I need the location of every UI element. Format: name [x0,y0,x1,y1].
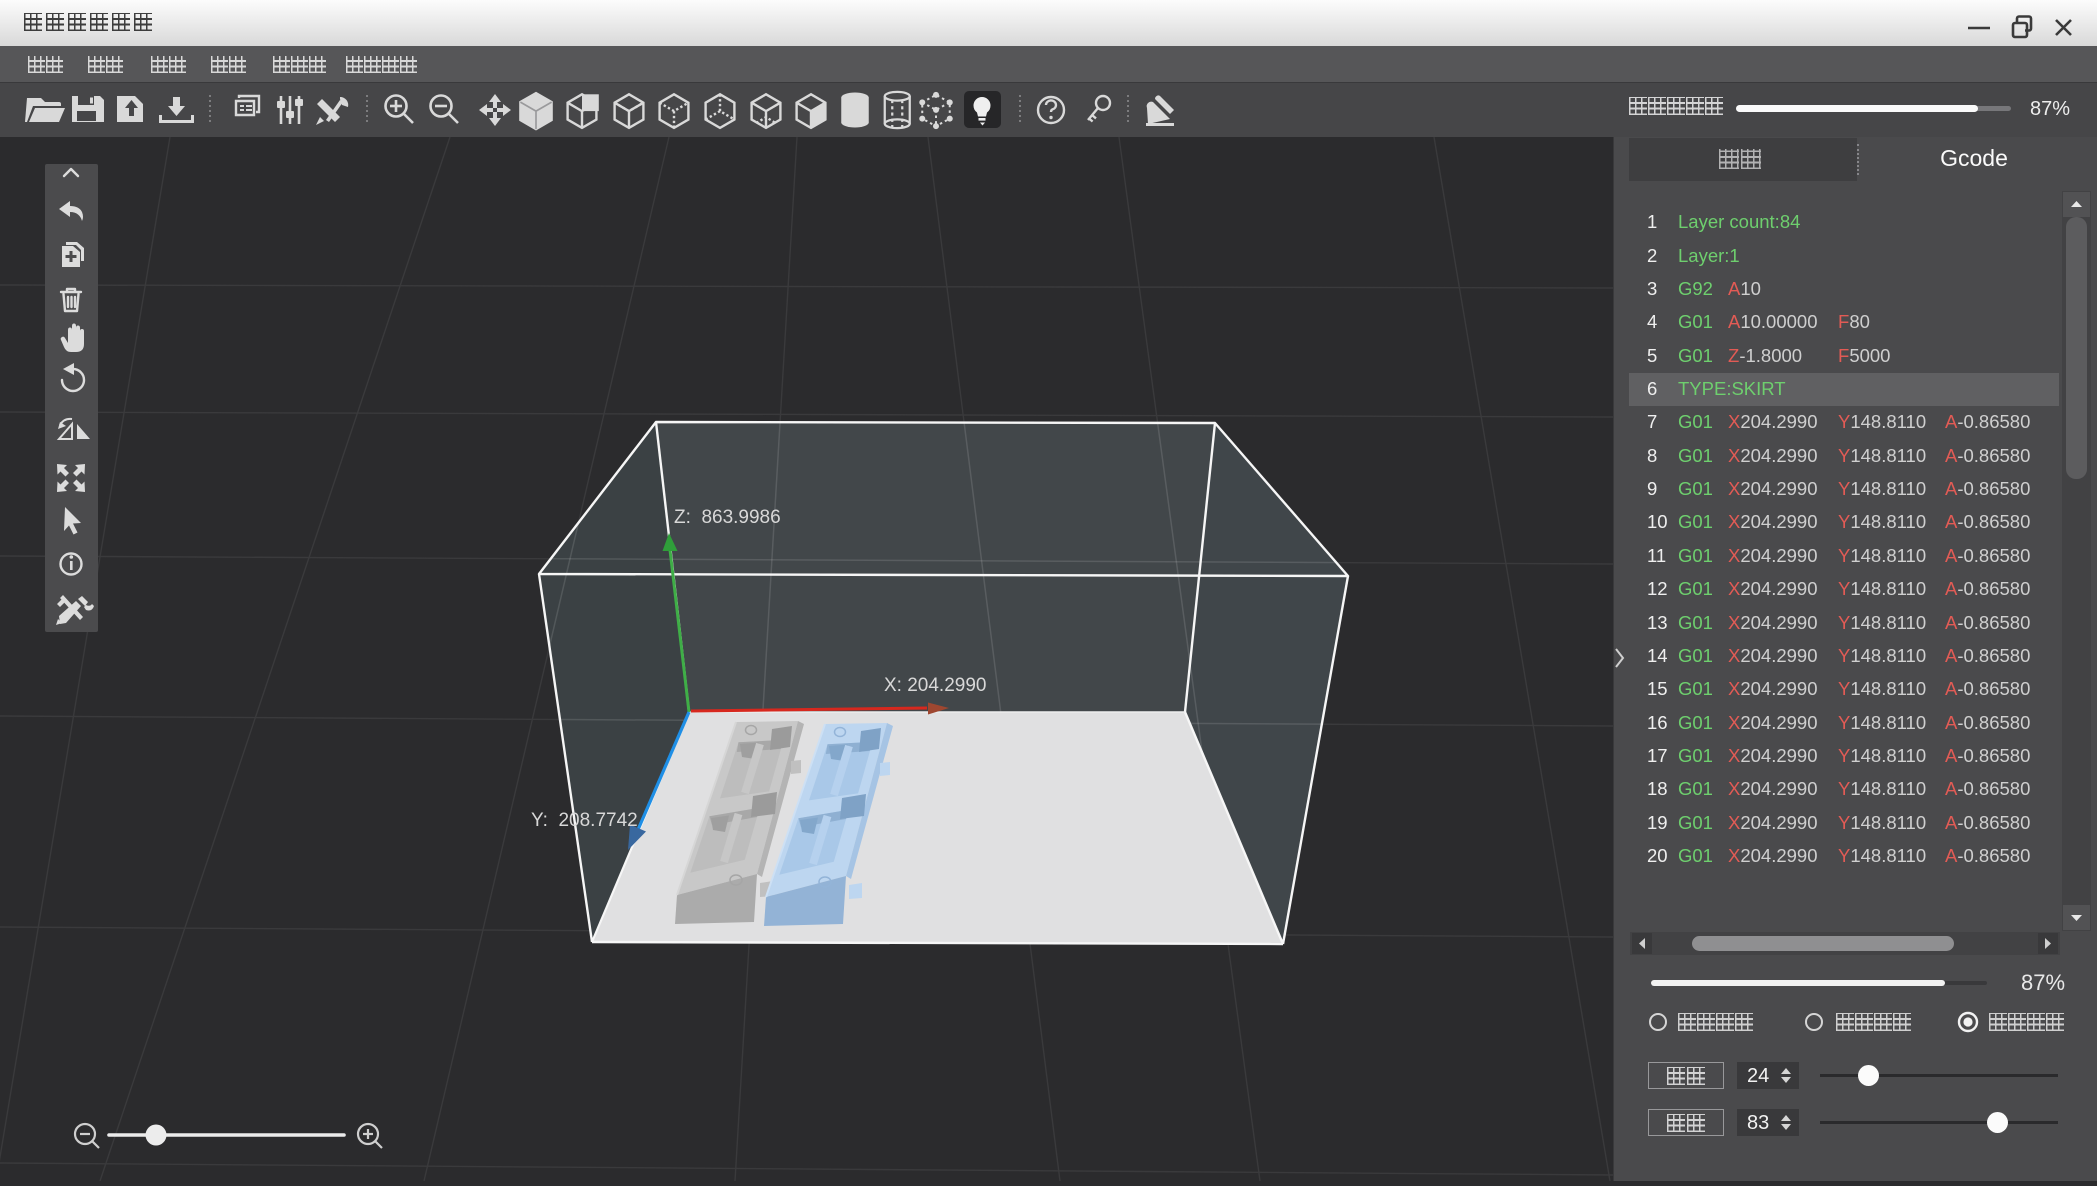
svg-text:X: 204.2990: X: 204.2990 [884,675,986,696]
svg-text:Y: 208.7742: Y: 208.7742 [531,810,638,831]
svg-text:Z: 863.9986: Z: 863.9986 [674,507,781,528]
